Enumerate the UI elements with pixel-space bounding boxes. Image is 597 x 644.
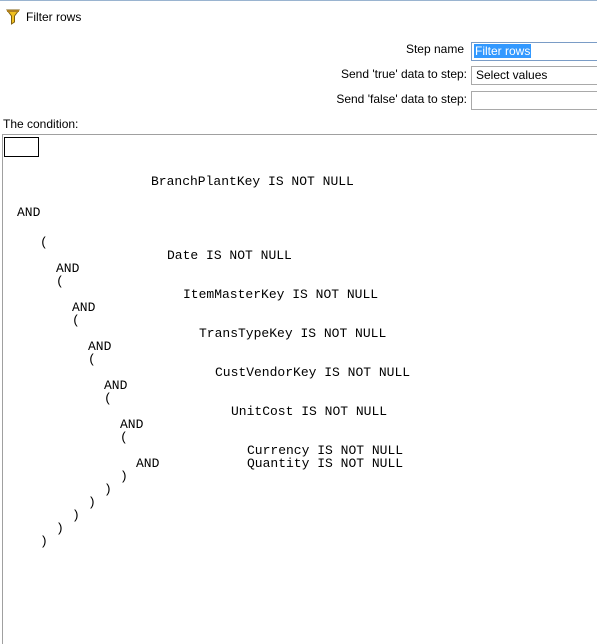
operator-and[interactable]: AND xyxy=(136,457,159,470)
field-name: TransTypeKey xyxy=(199,326,293,341)
function-label: IS NOT NULL xyxy=(292,287,379,302)
function-label: IS NOT NULL xyxy=(206,248,292,263)
condition-row-date[interactable]: Date IS NOT NULL xyxy=(167,249,292,262)
close-paren: ) xyxy=(88,495,96,510)
true-step-select[interactable]: Select values xyxy=(471,66,597,85)
field-name: Date xyxy=(167,248,199,263)
filter-funnel-icon xyxy=(6,9,20,25)
close-paren: ) xyxy=(72,508,80,523)
condition-row-custvendor[interactable]: CustVendorKey IS NOT NULL xyxy=(215,366,410,379)
window-title: Filter rows xyxy=(26,10,82,24)
false-step-select[interactable] xyxy=(471,91,597,110)
field-name: Quantity xyxy=(247,456,310,471)
step-name-input[interactable]: Filter rows xyxy=(471,42,597,61)
open-paren: ( xyxy=(72,313,80,328)
field-name: ItemMasterKey xyxy=(183,287,285,302)
window-top-border xyxy=(0,0,597,1)
step-name-label: Step name xyxy=(405,42,464,56)
false-step-label: Send 'false' data to step: xyxy=(336,92,467,106)
field-name: UnitCost xyxy=(231,404,294,419)
field-name: CustVendorKey xyxy=(215,365,317,380)
open-paren: ( xyxy=(120,430,128,445)
function-label: IS NOT NULL xyxy=(317,456,404,471)
field-name: BranchPlantKey xyxy=(151,174,261,189)
condition-negate-toggle[interactable] xyxy=(4,137,39,157)
condition-row-branch[interactable]: BranchPlantKey IS NOT NULL xyxy=(151,175,354,188)
true-step-label: Send 'true' data to step: xyxy=(341,67,467,81)
open-paren: ( xyxy=(56,274,64,289)
open-paren: ( xyxy=(40,235,48,250)
operator-and[interactable]: AND xyxy=(17,206,40,219)
title-bar: Filter rows xyxy=(0,4,597,28)
function-label: IS NOT NULL xyxy=(268,174,354,189)
condition-row-transtype[interactable]: TransTypeKey IS NOT NULL xyxy=(199,327,386,340)
close-paren: ) xyxy=(40,534,48,549)
open-paren: ( xyxy=(88,352,96,367)
function-label: IS NOT NULL xyxy=(324,365,411,380)
close-paren: ) xyxy=(120,469,128,484)
function-label: IS NOT NULL xyxy=(301,404,388,419)
close-paren: ) xyxy=(56,521,64,536)
condition-row-quantity[interactable]: Quantity IS NOT NULL xyxy=(247,457,403,470)
condition-label: The condition: xyxy=(3,117,79,131)
close-paren: ) xyxy=(104,482,112,497)
condition-editor[interactable] xyxy=(2,134,597,644)
condition-row-itemmaster[interactable]: ItemMasterKey IS NOT NULL xyxy=(183,288,378,301)
function-label: IS NOT NULL xyxy=(300,326,387,341)
step-name-value: Filter rows xyxy=(474,44,532,58)
condition-row-unitcost[interactable]: UnitCost IS NOT NULL xyxy=(231,405,387,418)
open-paren: ( xyxy=(104,391,112,406)
